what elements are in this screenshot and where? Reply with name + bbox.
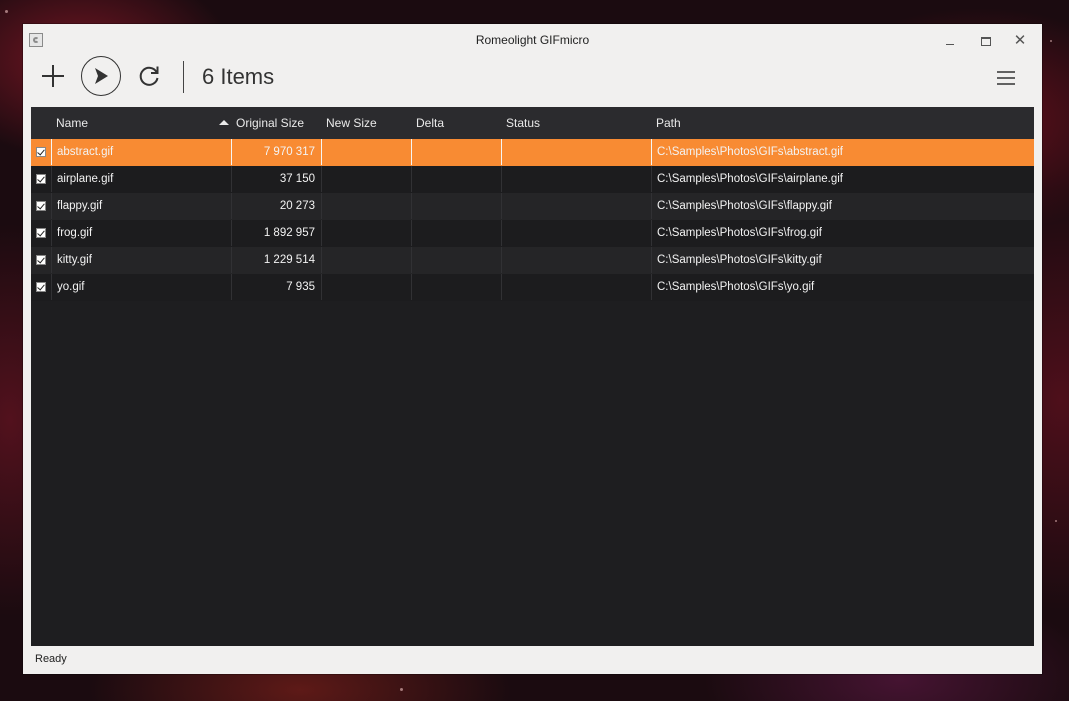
cell-divider bbox=[501, 193, 502, 219]
close-button[interactable]: ✕ bbox=[1005, 30, 1035, 52]
table-row[interactable]: frog.gif 1 892 957 C:\Samples\Photos\GIF… bbox=[31, 220, 1034, 247]
cell-divider bbox=[51, 166, 52, 192]
grid-rows: abstract.gif 7 970 317 C:\Samples\Photos… bbox=[31, 139, 1034, 301]
title-bar[interactable]: Romeolight GIFmicro ✕ bbox=[23, 24, 1042, 56]
menu-button[interactable] bbox=[996, 68, 1016, 88]
cell-divider bbox=[51, 220, 52, 246]
cell-name: yo.gif bbox=[57, 281, 85, 293]
cell-divider bbox=[411, 139, 412, 165]
table-row[interactable]: yo.gif 7 935 C:\Samples\Photos\GIFs\yo.g… bbox=[31, 274, 1034, 301]
refresh-icon bbox=[139, 66, 159, 86]
cell-divider bbox=[411, 247, 412, 273]
column-header-original-size[interactable]: Original Size bbox=[236, 116, 304, 130]
cell-divider bbox=[321, 274, 322, 300]
cell-original-size: 1 892 957 bbox=[263, 227, 315, 239]
cell-divider bbox=[51, 193, 52, 219]
cell-divider bbox=[321, 247, 322, 273]
cell-original-size: 7 970 317 bbox=[263, 146, 315, 158]
cell-divider bbox=[321, 193, 322, 219]
maximize-button[interactable] bbox=[971, 30, 1001, 52]
cell-divider bbox=[651, 247, 652, 273]
start-optimize-button[interactable] bbox=[81, 56, 121, 96]
cell-divider bbox=[411, 166, 412, 192]
cell-name: frog.gif bbox=[57, 227, 93, 239]
row-checkbox[interactable] bbox=[36, 228, 46, 238]
cell-divider bbox=[411, 220, 412, 246]
cell-divider bbox=[651, 274, 652, 300]
cell-name: flappy.gif bbox=[57, 200, 103, 212]
cell-divider bbox=[51, 139, 52, 165]
cell-path: C:\Samples\Photos\GIFs\airplane.gif bbox=[657, 173, 843, 185]
cell-path: C:\Samples\Photos\GIFs\flappy.gif bbox=[657, 200, 832, 212]
column-header-path[interactable]: Path bbox=[656, 116, 681, 130]
row-checkbox[interactable] bbox=[36, 201, 46, 211]
cell-divider bbox=[501, 220, 502, 246]
cell-divider bbox=[651, 166, 652, 192]
table-row[interactable]: kitty.gif 1 229 514 C:\Samples\Photos\GI… bbox=[31, 247, 1034, 274]
add-files-button[interactable] bbox=[39, 62, 67, 90]
maximize-icon bbox=[981, 37, 991, 47]
table-row[interactable]: flappy.gif 20 273 C:\Samples\Photos\GIFs… bbox=[31, 193, 1034, 220]
desktop-background bbox=[400, 688, 403, 691]
minimize-icon bbox=[946, 44, 954, 46]
cell-divider bbox=[651, 193, 652, 219]
cell-divider bbox=[501, 139, 502, 165]
status-bar-text: Ready bbox=[35, 653, 67, 665]
sort-ascending-icon bbox=[219, 120, 229, 125]
cell-path: C:\Samples\Photos\GIFs\yo.gif bbox=[657, 281, 815, 293]
cell-divider bbox=[411, 193, 412, 219]
cell-divider bbox=[51, 274, 52, 300]
row-checkbox[interactable] bbox=[36, 147, 46, 157]
window-title: Romeolight GIFmicro bbox=[475, 33, 590, 47]
desktop-background bbox=[5, 10, 8, 13]
cell-divider bbox=[321, 220, 322, 246]
minimize-button[interactable] bbox=[935, 30, 965, 52]
toolbar-separator bbox=[183, 61, 184, 93]
desktop-background bbox=[1050, 40, 1052, 42]
cell-path: C:\Samples\Photos\GIFs\abstract.gif bbox=[657, 146, 843, 158]
cell-divider bbox=[501, 274, 502, 300]
column-header-delta[interactable]: Delta bbox=[416, 116, 444, 130]
column-header-new-size[interactable]: New Size bbox=[326, 116, 377, 130]
table-row[interactable]: airplane.gif 37 150 C:\Samples\Photos\GI… bbox=[31, 166, 1034, 193]
cell-original-size: 37 150 bbox=[279, 173, 315, 185]
cell-divider bbox=[411, 274, 412, 300]
cell-name: airplane.gif bbox=[57, 173, 114, 185]
cell-divider bbox=[501, 166, 502, 192]
row-checkbox[interactable] bbox=[36, 282, 46, 292]
row-checkbox[interactable] bbox=[36, 174, 46, 184]
cell-original-size: 7 935 bbox=[286, 281, 315, 293]
cell-divider bbox=[651, 139, 652, 165]
app-window: Romeolight GIFmicro ✕ 6 Items Name Origi… bbox=[23, 24, 1042, 674]
grid-header: Name Original Size New Size Delta Status… bbox=[31, 107, 1034, 139]
row-checkbox[interactable] bbox=[36, 255, 46, 265]
cell-original-size: 20 273 bbox=[279, 200, 315, 212]
cell-name: abstract.gif bbox=[57, 146, 114, 158]
cell-divider bbox=[501, 247, 502, 273]
desktop-background bbox=[1055, 520, 1057, 522]
hamburger-menu-icon bbox=[997, 71, 1015, 85]
file-grid: Name Original Size New Size Delta Status… bbox=[31, 107, 1034, 646]
cell-path: C:\Samples\Photos\GIFs\frog.gif bbox=[657, 227, 822, 239]
toolbar: 6 Items bbox=[23, 56, 1042, 106]
cell-name: kitty.gif bbox=[57, 254, 92, 266]
plus-icon bbox=[42, 65, 64, 87]
cell-divider bbox=[651, 220, 652, 246]
cell-divider bbox=[321, 166, 322, 192]
play-icon bbox=[95, 68, 108, 84]
column-header-status[interactable]: Status bbox=[506, 116, 540, 130]
item-count-label: 6 Items bbox=[202, 64, 275, 89]
cell-original-size: 1 229 514 bbox=[263, 254, 315, 266]
cell-divider bbox=[321, 139, 322, 165]
column-header-name[interactable]: Name bbox=[56, 116, 88, 130]
close-icon: ✕ bbox=[1013, 32, 1027, 49]
cell-path: C:\Samples\Photos\GIFs\kitty.gif bbox=[657, 254, 822, 266]
table-row[interactable]: abstract.gif 7 970 317 C:\Samples\Photos… bbox=[31, 139, 1034, 166]
cell-divider bbox=[51, 247, 52, 273]
refresh-button[interactable] bbox=[135, 62, 163, 90]
